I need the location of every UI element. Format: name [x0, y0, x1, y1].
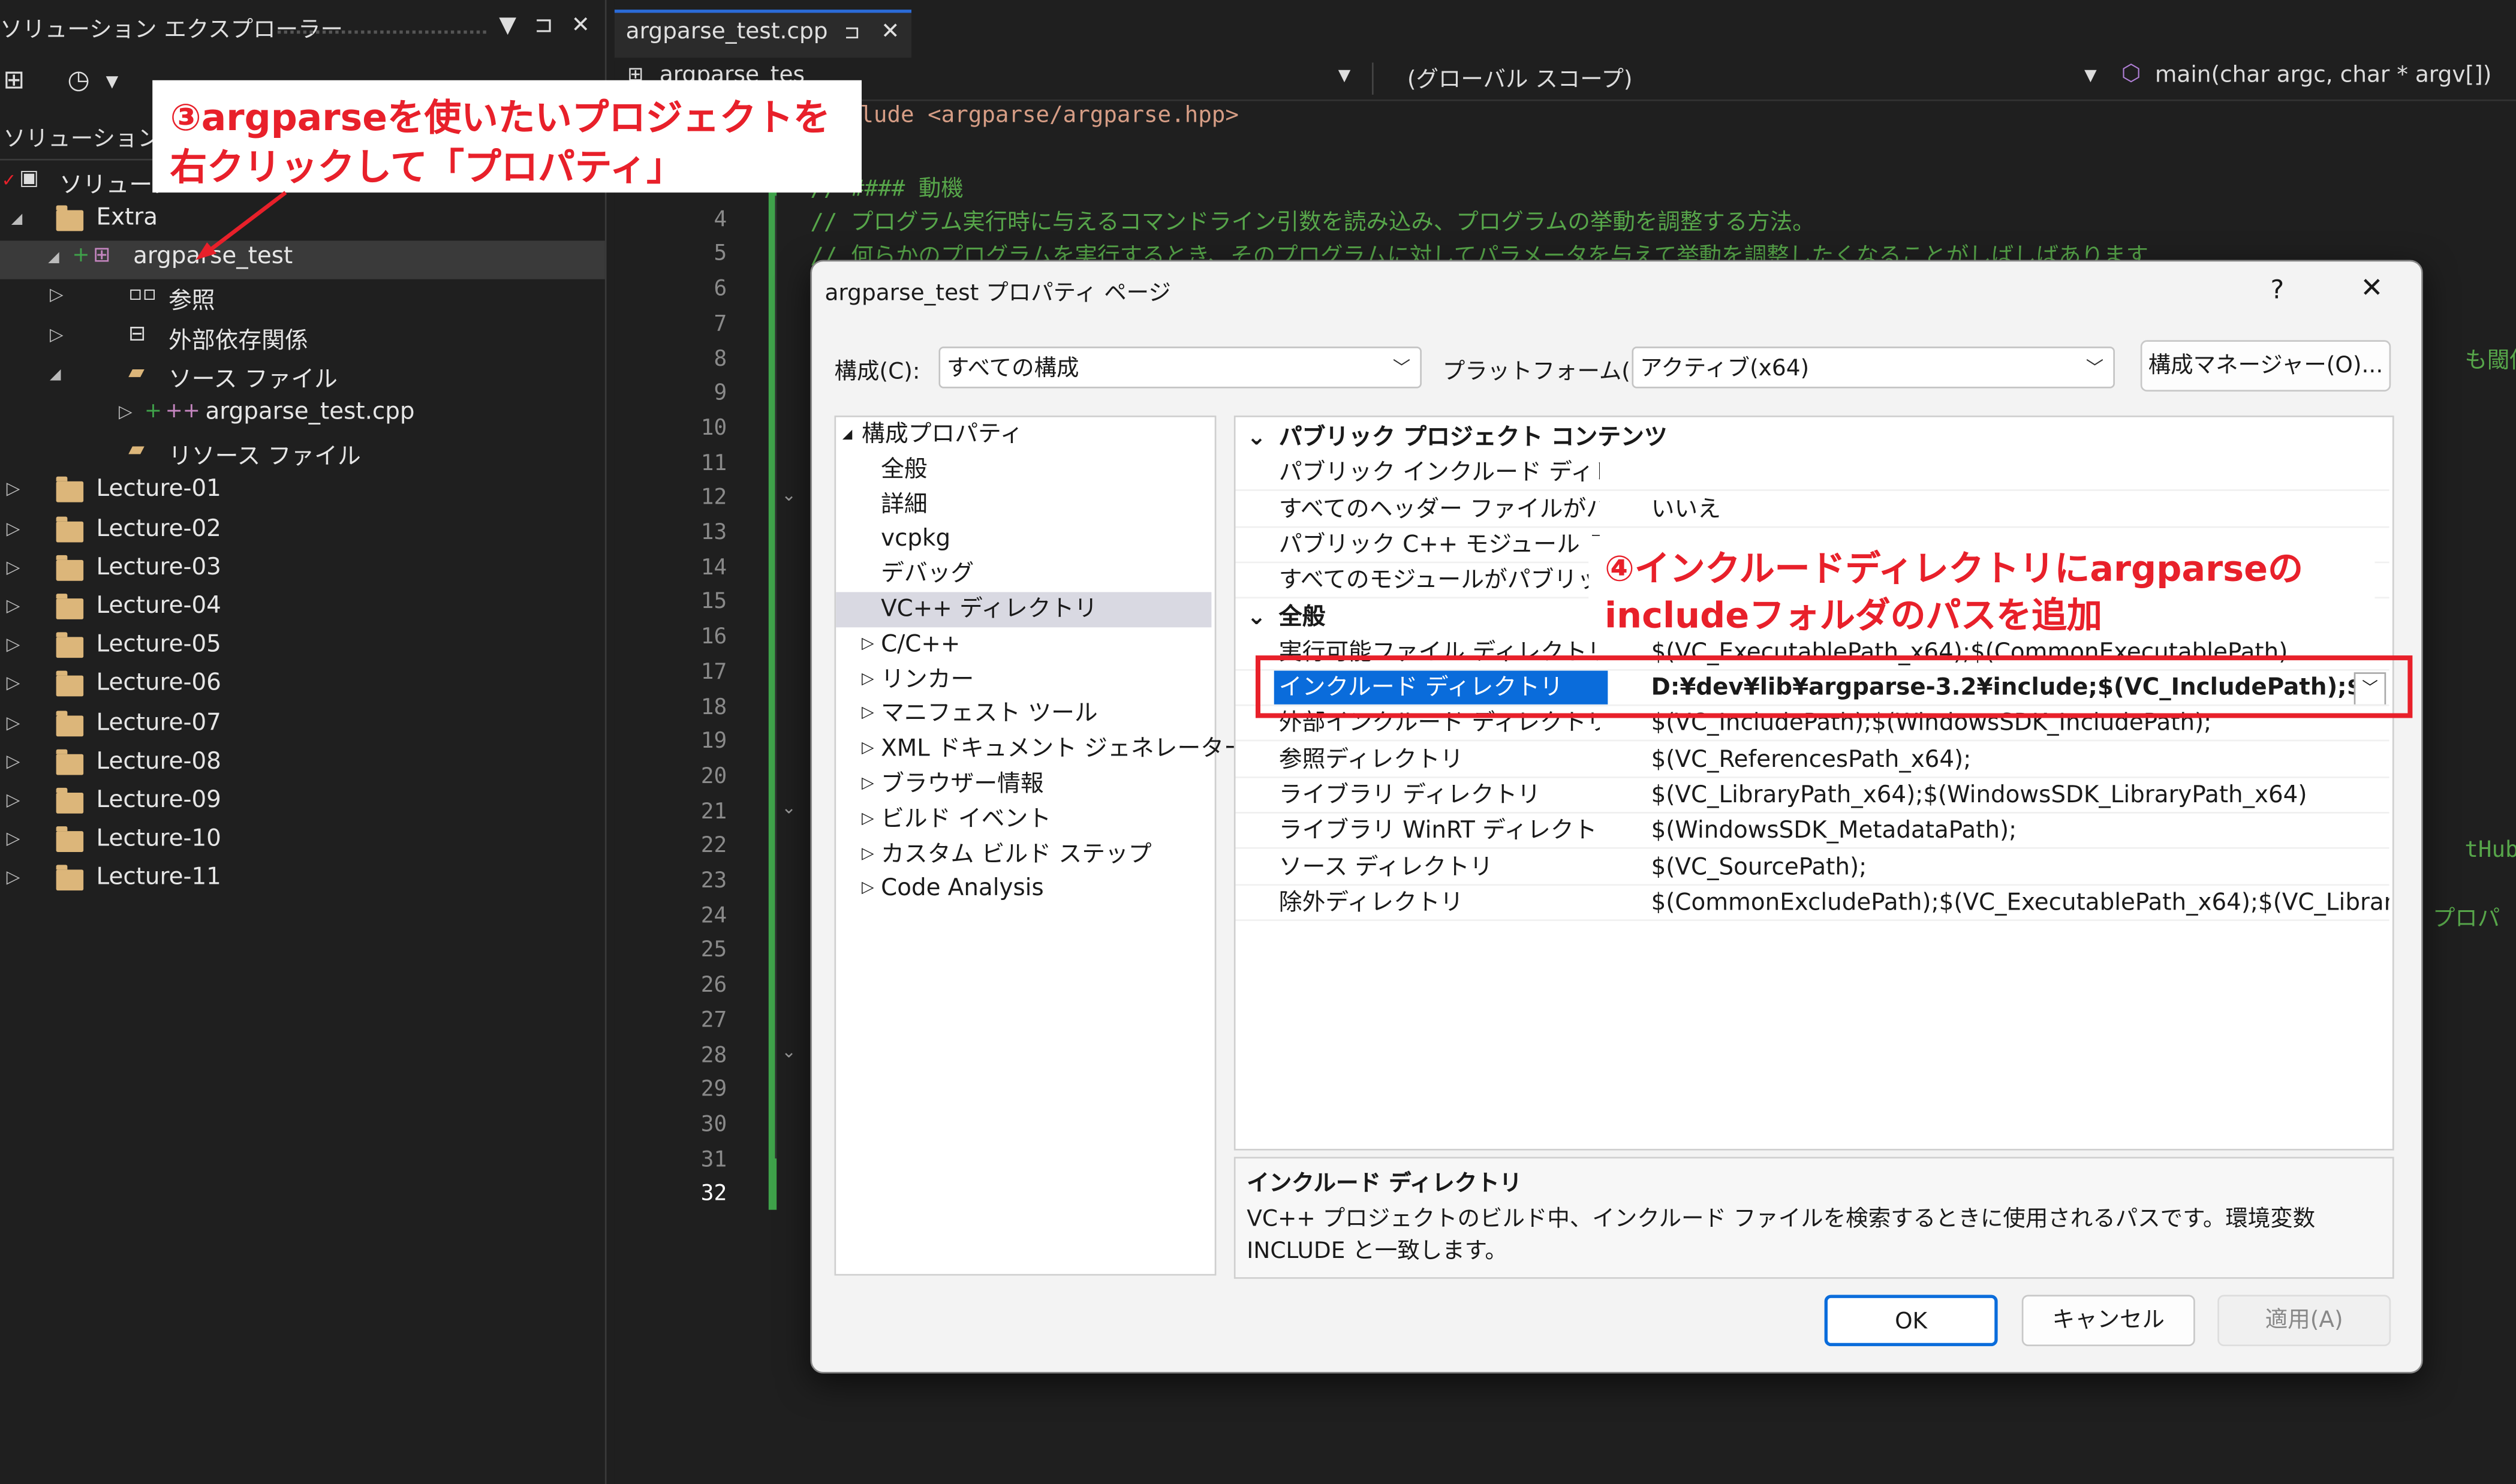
screen: ソリューション エクスプローラー ▼ ⊐ ✕ ⊞ ◷ ▼ ソリューション エ ✓…	[0, 0, 2516, 1484]
annotation-step4: ④インクルードディレクトリにargparseの includeフォルダのパスを追…	[1588, 535, 2375, 637]
annotation-step4-line2: includeフォルダのパスを追加	[1605, 597, 2102, 637]
annotation-overlay	[195, 191, 2413, 718]
highlight-include-row	[1255, 655, 2413, 718]
annotation-step4-line1: ④インクルードディレクトリにargparseの	[1605, 550, 2303, 591]
annotation-arrow	[204, 191, 287, 255]
